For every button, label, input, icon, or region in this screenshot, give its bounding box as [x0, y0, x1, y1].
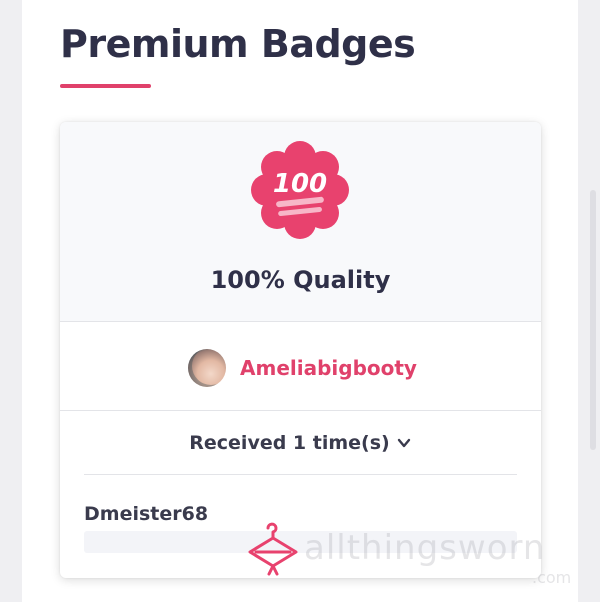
- watermark-text: allthingsworn: [304, 528, 546, 568]
- chevron-down-icon[interactable]: [396, 435, 412, 451]
- badge-header: 100 100% Quality: [60, 122, 541, 322]
- page-container: Premium Badges 100 100% Quality Ameliabi…: [22, 0, 578, 602]
- page-title: Premium Badges: [60, 22, 416, 66]
- scrollbar[interactable]: [590, 190, 596, 450]
- watermark-sub: .com: [532, 568, 572, 587]
- hanger-logo-icon: [248, 522, 298, 576]
- badge-card: 100 100% Quality Ameliabigbooty Received…: [60, 122, 541, 578]
- giver-username-link[interactable]: Dmeister68: [84, 503, 208, 525]
- avatar[interactable]: [188, 349, 226, 387]
- owner-username-link[interactable]: Ameliabigbooty: [240, 356, 417, 380]
- received-toggle[interactable]: Received 1 time(s): [60, 412, 541, 476]
- badge-name: 100% Quality: [210, 266, 391, 294]
- owner-row[interactable]: Ameliabigbooty: [60, 323, 541, 411]
- title-underline: [60, 84, 151, 88]
- received-count-label[interactable]: Received 1 time(s): [189, 432, 389, 454]
- hundred-points-icon: 100: [251, 141, 349, 239]
- divider: [84, 474, 517, 475]
- badge-icon-text: 100: [273, 169, 327, 199]
